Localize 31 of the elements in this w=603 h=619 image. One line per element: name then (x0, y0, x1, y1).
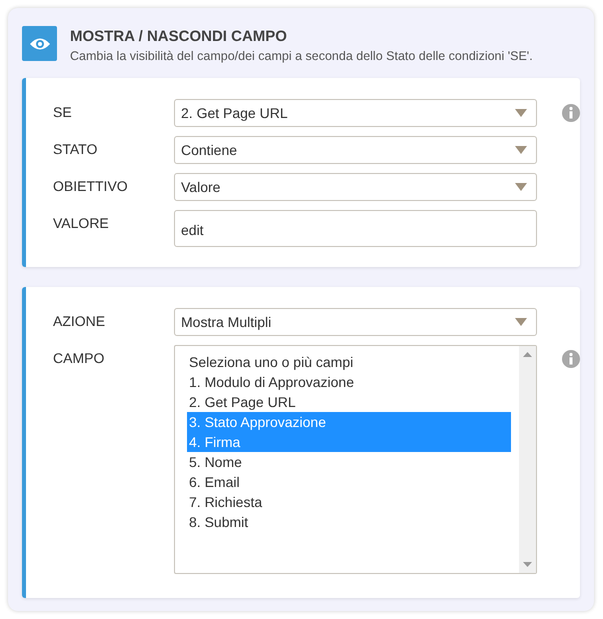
dropdown[interactable]: Mostra Multipli (174, 308, 537, 336)
scrollbar[interactable] (519, 346, 536, 573)
scroll-up-icon[interactable] (523, 352, 532, 357)
list-option[interactable]: 2. Get Page URL (187, 392, 511, 412)
list-option[interactable]: 5. Nome (187, 452, 511, 472)
field-label: AZIONE (53, 312, 106, 329)
dropdown[interactable]: 2. Get Page URL (174, 99, 537, 127)
list-option[interactable]: 1. Modulo di Approvazione (187, 372, 511, 392)
list-option[interactable]: Seleziona uno o più campi (187, 352, 511, 372)
caret-icon (515, 109, 527, 117)
field-label: VALORE (53, 214, 110, 231)
field-label: STATO (53, 140, 98, 157)
dropdown[interactable]: Contiene (174, 136, 537, 164)
caret-icon (515, 318, 527, 326)
section-title: MOSTRA / NASCONDI CAMPO (70, 28, 288, 45)
section-description: Cambia la visibilità del campo/dei campi a seconda dello Stato delle condizioni 'SE'. (70, 49, 533, 63)
field-label: CAMPO (53, 349, 106, 366)
caret-icon (515, 146, 527, 154)
dropdown[interactable]: Valore (174, 173, 537, 201)
info-icon[interactable] (562, 350, 580, 368)
caret-icon (515, 183, 527, 191)
eye-icon (22, 26, 57, 61)
field-label: OBIETTIVO (53, 177, 129, 194)
info-icon[interactable] (562, 104, 580, 122)
scroll-down-icon[interactable] (523, 562, 532, 567)
list-option[interactable]: 6. Email (187, 472, 511, 492)
listbox[interactable]: Seleziona uno o più campi 1. Modulo di Approvazione 2. Get Page URL 3. Stato Approvazione 4. Firma 5. Nome 6. Email 7. Richiesta 8. Submit (174, 345, 537, 574)
list-option[interactable]: 8. Submit (187, 512, 511, 532)
field-label: SE (53, 103, 73, 120)
list-option[interactable]: 7. Richiesta (187, 492, 511, 512)
input-field[interactable]: edit (174, 210, 537, 247)
